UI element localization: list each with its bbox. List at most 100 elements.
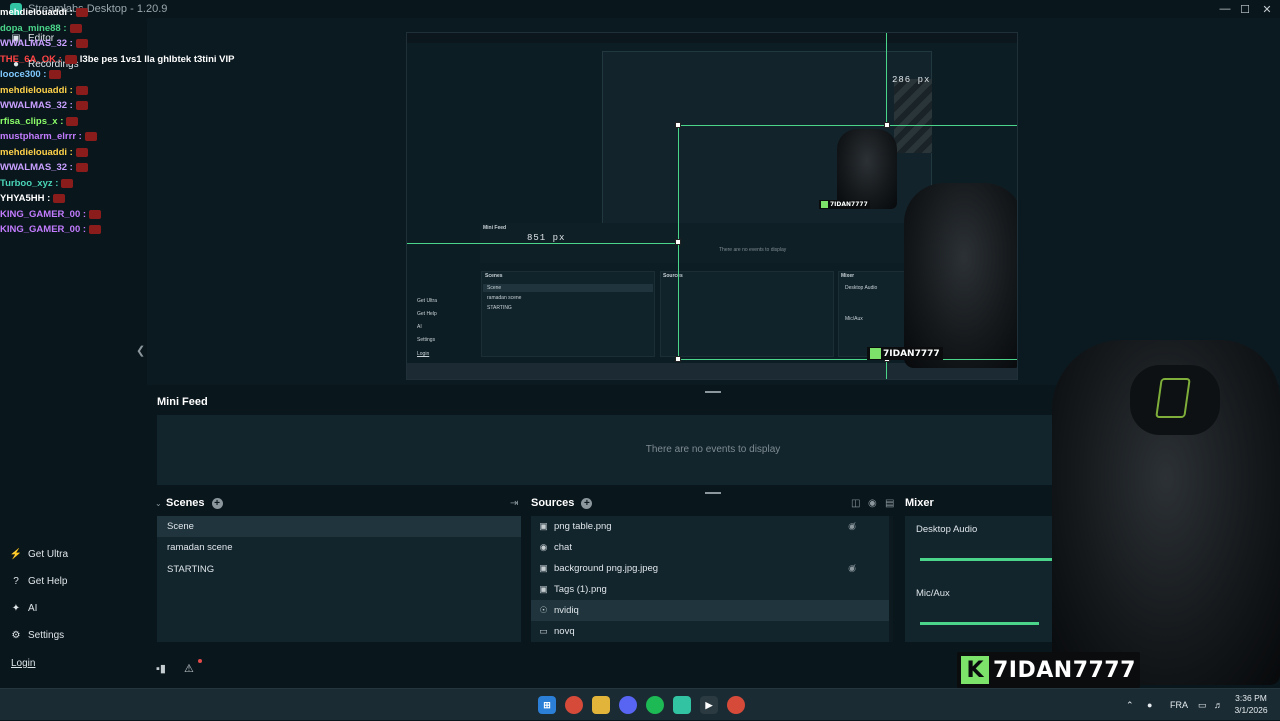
- source-selection-box[interactable]: [678, 125, 1017, 360]
- chat-emote-icon: [53, 194, 66, 204]
- resize-handle-bl[interactable]: [675, 356, 681, 362]
- streamlabs-taskbar-icon[interactable]: [673, 696, 691, 714]
- windows-start-icon[interactable]: ⊞: [538, 696, 556, 714]
- chat-message: YHYA5HH :: [0, 191, 240, 207]
- volume-icon[interactable]: ♬: [1214, 689, 1223, 721]
- scenes-collapse-chevron-icon[interactable]: ⌄: [155, 499, 162, 508]
- chat-message: KING_GAMER_00 :: [0, 222, 240, 238]
- scene-label: Scene: [167, 521, 194, 532]
- source-item[interactable]: ▣ png table.png ◉̸: [531, 516, 890, 537]
- chrome-alt-icon[interactable]: [727, 696, 745, 714]
- source-item[interactable]: ▭ novq: [531, 621, 890, 642]
- source-item[interactable]: ▣ Tags (1).png: [531, 579, 890, 600]
- nav-get-ultra[interactable]: ⚡ Get Ultra: [10, 546, 68, 562]
- source-item[interactable]: ☉ nvidiq: [531, 600, 890, 621]
- scene-item[interactable]: STARTING: [157, 559, 521, 580]
- discord-icon[interactable]: [619, 696, 637, 714]
- spotify-icon[interactable]: [646, 696, 664, 714]
- chat-emote-icon: [75, 85, 88, 95]
- nav-get-help-label: Get Help: [28, 575, 68, 587]
- close-button[interactable]: ✕: [1256, 0, 1278, 18]
- windows-taskbar: ⊞ ▶ ⌃ ● FRA ▭ ♬ 3:36 PM 3/1/2026: [0, 688, 1280, 720]
- preview-settings: Settings: [417, 337, 436, 343]
- taskbar-clock[interactable]: 3:36 PM 3/1/2026: [1226, 692, 1276, 716]
- chat-emote-icon: [75, 101, 88, 111]
- nav-ai[interactable]: ✦ AI: [10, 600, 38, 616]
- brand-name: 7IDAN7777: [993, 657, 1136, 683]
- tray-chevron-icon[interactable]: ⌃: [1126, 689, 1134, 721]
- source-item[interactable]: ▣ background png.jpg.jpeg ◉̸: [531, 558, 890, 579]
- resize-handle-tm[interactable]: [884, 122, 890, 128]
- chat-message: mustpharm_elrrr :: [0, 129, 240, 145]
- clock-time: 3:36 PM: [1235, 693, 1267, 703]
- preview-scene-2: ramadan scene: [487, 295, 522, 301]
- add-source-folder-icon[interactable]: ▤: [885, 498, 894, 509]
- preview-brand-k-small-icon: [821, 201, 828, 208]
- scene-transition-icon[interactable]: ⇥: [510, 498, 518, 509]
- scene-item[interactable]: Scene: [157, 516, 521, 537]
- source-group-icon[interactable]: ◉: [868, 498, 877, 509]
- chat-emote-icon: [64, 54, 77, 64]
- chat-message: WWALMAS_32 :: [0, 36, 240, 52]
- source-item[interactable]: ◉ chat: [531, 537, 890, 558]
- chat-username: THE_6A_OK :: [0, 53, 62, 65]
- add-source-button[interactable]: +: [581, 497, 593, 509]
- monitor-icon: ▭: [539, 626, 548, 636]
- preview-minifeed-title: Mini Feed: [483, 225, 507, 231]
- brand-name-tag: K 7IDAN7777: [957, 652, 1140, 688]
- minifeed-resize-grip[interactable]: [705, 391, 721, 393]
- microphone-icon[interactable]: ●: [1147, 689, 1152, 721]
- add-scene-button[interactable]: +: [211, 497, 223, 509]
- scenes-header: Scenes +: [166, 497, 223, 509]
- preview-get-ultra: Get Ultra: [417, 298, 438, 304]
- file-explorer-icon[interactable]: [592, 696, 610, 714]
- chat-overlay: mehdielouaddi : dopa_mine88 : WWALMAS_32 :…: [0, 5, 240, 238]
- webcam-icon: ☉: [539, 605, 548, 615]
- clock-date: 3/1/2026: [1234, 705, 1268, 715]
- visibility-off-icon[interactable]: ◉̸: [848, 563, 856, 574]
- stream-preview[interactable]: Mini Feed There are no events to display…: [406, 32, 1018, 380]
- mixer-volume-bar[interactable]: [920, 558, 1057, 561]
- login-link[interactable]: Login: [11, 658, 35, 669]
- scene-item[interactable]: ramadan scene: [157, 537, 521, 558]
- preview-brand-tag-small: 7IDAN7777: [819, 200, 870, 209]
- mixer-channel-label: Desktop Audio: [916, 524, 978, 535]
- network-icon[interactable]: ▭: [1198, 689, 1207, 721]
- source-label: chat: [554, 542, 572, 553]
- globe-icon: ◉: [539, 542, 548, 552]
- sparkle-icon: ✦: [11, 602, 21, 614]
- minimize-button[interactable]: —: [1214, 0, 1236, 18]
- app-icon[interactable]: ▶: [700, 696, 718, 714]
- collapse-nav-chevron-icon[interactable]: ❮: [136, 344, 145, 357]
- chat-username: mehdielouaddi :: [0, 146, 73, 158]
- sources-scrollbar[interactable]: [889, 516, 893, 642]
- chat-emote-icon: [61, 178, 74, 188]
- nav-get-ultra-label: Get Ultra: [28, 548, 69, 560]
- nav-settings[interactable]: ⚙ Settings: [10, 627, 65, 643]
- add-folder-icon[interactable]: ◫: [851, 498, 860, 509]
- maximize-button[interactable]: ☐: [1234, 0, 1256, 18]
- chat-emote-icon: [75, 39, 88, 49]
- chat-username: YHYA5HH :: [0, 193, 51, 205]
- alert-icon[interactable]: ⚠: [184, 662, 194, 675]
- chat-username: WWALMAS_32 :: [0, 100, 73, 112]
- ultra-icon: ⚡: [9, 548, 23, 560]
- resize-handle-ml[interactable]: [675, 239, 681, 245]
- chat-message: looce300 :: [0, 67, 240, 83]
- language-indicator[interactable]: FRA: [1170, 689, 1188, 721]
- preview-scene-active-row: [483, 284, 653, 292]
- chat-username: KING_GAMER_00 :: [0, 208, 87, 220]
- chat-message: Turboo_xyz :: [0, 176, 240, 192]
- resize-handle-tl[interactable]: [675, 122, 681, 128]
- nav-ai-label: AI: [28, 602, 38, 614]
- scenes-title: Scenes: [166, 497, 205, 509]
- nav-get-help[interactable]: ? Get Help: [10, 573, 67, 589]
- chat-emote-icon: [84, 132, 97, 142]
- chrome-icon[interactable]: [565, 696, 583, 714]
- mixer-channel-label: Mic/Aux: [916, 588, 950, 599]
- chair-logo-icon: [1155, 378, 1191, 418]
- dock-resize-grip[interactable]: [705, 492, 721, 494]
- stats-icon[interactable]: ▪▮: [156, 662, 166, 675]
- visibility-off-icon[interactable]: ◉̸: [848, 521, 856, 532]
- mixer-volume-bar[interactable]: [920, 622, 1039, 625]
